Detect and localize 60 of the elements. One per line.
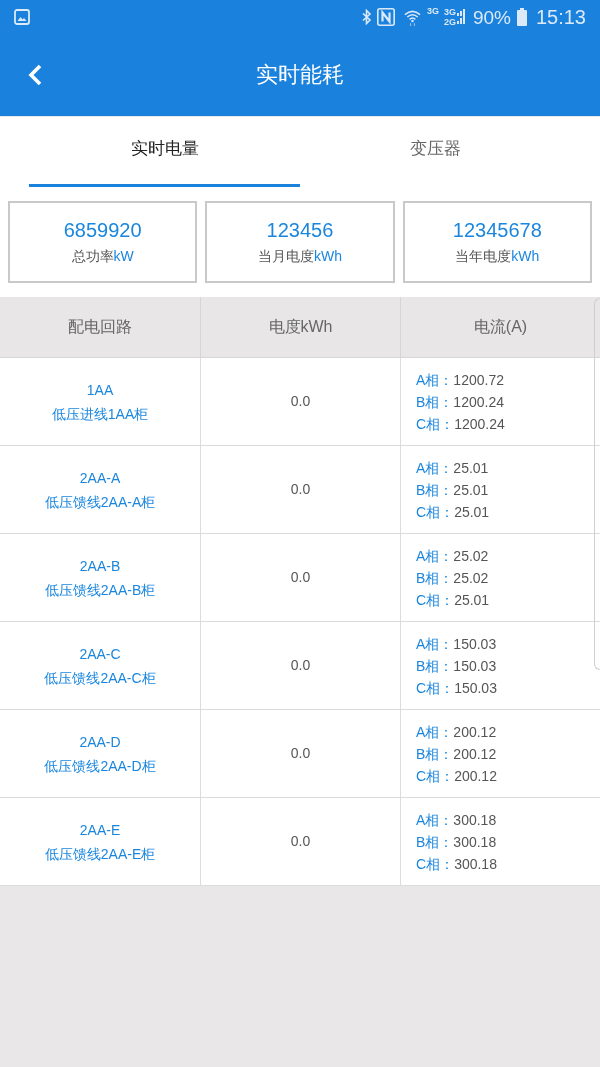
summary-value: 6859920: [63, 218, 142, 242]
circuit-name: 低压馈线2AA-D柜: [44, 756, 156, 776]
signal-icon: [456, 9, 467, 25]
clock-time: 15:13: [535, 7, 586, 27]
circuit-name: 低压馈线2AA-A柜: [44, 492, 156, 512]
phase-current: A相：25.01: [416, 458, 490, 478]
network-type: 2G: [443, 17, 456, 27]
column-header: 配电回路: [67, 317, 133, 337]
tab[interactable]: 实时电量: [29, 117, 300, 187]
phase-current: C相：1200.24: [416, 414, 506, 434]
phase-current: B相：25.01: [416, 480, 490, 500]
circuit-name: 低压馈线2AA-B柜: [44, 580, 156, 600]
network-type: 3G: [426, 7, 439, 16]
circuit-name: 低压馈线2AA-E柜: [44, 844, 156, 864]
energy-cell: 0.0: [200, 358, 400, 445]
circuit-code: 2AA-A: [79, 468, 121, 488]
energy-cell: 0.0: [200, 622, 400, 709]
column-header: 电度kWh: [200, 297, 400, 357]
circuit-code: 2AA-D: [79, 732, 121, 752]
image-icon: [14, 9, 30, 25]
energy-cell: 0.0: [200, 710, 400, 797]
circuit-name: 低压进线1AA柜: [51, 404, 149, 424]
energy-cell: 0.0: [200, 446, 400, 533]
phase-current: C相：200.12: [416, 766, 498, 786]
circuit-code: 2AA-C: [79, 644, 121, 664]
phase-current: B相：200.12: [416, 744, 498, 764]
phase-current: B相：1200.24: [416, 392, 505, 412]
circuit-code: 2AA-B: [79, 556, 121, 576]
circuit-code: 1AA: [86, 380, 114, 400]
battery-icon: [516, 8, 527, 26]
summary-label: 当月电度kWh: [258, 247, 342, 266]
phase-current: C相：25.01: [416, 502, 491, 522]
phase-current: B相：150.03: [416, 656, 498, 676]
column-header: 电流(A): [400, 297, 600, 357]
energy-cell: 0.0: [200, 798, 400, 885]
nfc-icon: [376, 8, 395, 26]
back-icon: [28, 64, 42, 86]
phase-current: C相：150.03: [416, 678, 498, 698]
network-type: 3G: [443, 7, 456, 17]
phase-current: C相：25.01: [416, 590, 491, 610]
summary-value: 12345678: [452, 218, 542, 242]
phase-current: A相：150.03: [416, 634, 498, 654]
bluetooth-icon: [361, 9, 372, 25]
circuit-name: 低压馈线2AA-C柜: [44, 668, 156, 688]
summary-label: 当年电度kWh: [455, 247, 540, 266]
energy-cell: 0.0: [200, 534, 400, 621]
phase-current: A相：1200.72: [416, 370, 505, 390]
phase-current: B相：25.02: [416, 568, 490, 588]
phase-current: B相：300.18: [416, 832, 498, 852]
summary-value: 123456: [266, 218, 334, 242]
circuit-code: 2AA-E: [79, 820, 121, 840]
summary-label: 总功率kW: [71, 247, 134, 266]
battery-percent: 90%: [472, 7, 511, 27]
tab[interactable]: 变压器: [300, 117, 571, 187]
phase-current: A相：25.02: [416, 546, 490, 566]
phase-current: C相：300.18: [416, 854, 498, 874]
page-title: 实时能耗: [256, 64, 344, 86]
phase-current: A相：300.18: [416, 810, 498, 830]
wifi-icon: [403, 8, 421, 26]
phase-current: A相：200.12: [416, 722, 498, 742]
